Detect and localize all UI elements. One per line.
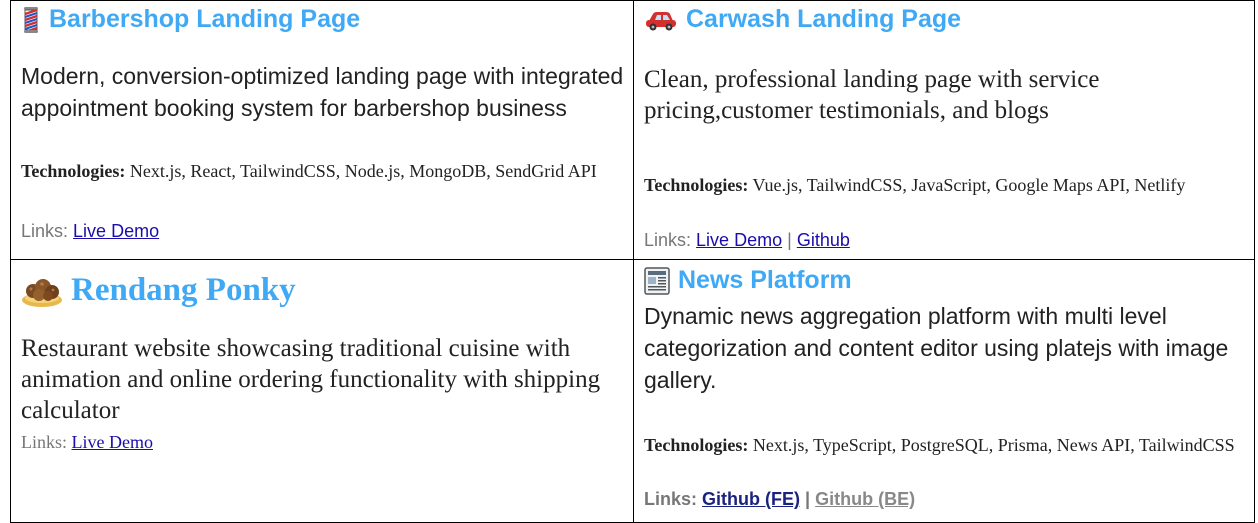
- newspaper-icon: [644, 266, 670, 295]
- project-description: Clean, professional landing page with se…: [644, 66, 1100, 124]
- project-title: Rendang Ponky: [21, 272, 296, 309]
- github-link[interactable]: Github: [797, 230, 850, 250]
- project-links: Links: Live Demo: [21, 432, 153, 452]
- car-icon: [646, 11, 676, 30]
- live-demo-link[interactable]: Live Demo: [73, 221, 159, 241]
- project-title: Barbershop Landing Page: [21, 5, 360, 34]
- project-technologies: Technologies: Next.js, TypeScript, Postg…: [644, 435, 1235, 455]
- project-card-rendang-ponky: Rendang Ponky Restaurant website showcas…: [10, 259, 634, 523]
- live-demo-link[interactable]: Live Demo: [72, 432, 153, 452]
- project-card-barbershop: Barbershop Landing Page Modern, conversi…: [10, 0, 634, 260]
- github-be-link[interactable]: Github (BE): [815, 489, 915, 509]
- barber-pole-icon: [24, 6, 38, 33]
- github-fe-link[interactable]: Github (FE): [702, 489, 800, 509]
- project-title: Carwash Landing Page: [644, 5, 961, 34]
- project-description: Dynamic news aggregation platform with m…: [644, 303, 1229, 393]
- project-card-news-platform: News Platform Dynamic news aggregation p…: [633, 259, 1255, 523]
- project-links: Links: Live Demo: [21, 221, 160, 241]
- project-title: News Platform: [644, 266, 852, 295]
- project-links: Links: Live Demo | Github: [644, 230, 850, 250]
- live-demo-link[interactable]: Live Demo: [696, 230, 782, 250]
- project-links: Links: Github (FE) | Github (BE): [644, 489, 916, 509]
- rendang-dish-icon: [22, 278, 62, 307]
- project-card-carwash: Carwash Landing Page Clean, professional…: [633, 0, 1255, 260]
- project-description: Restaurant website showcasing traditiona…: [21, 335, 601, 424]
- projects-table: Barbershop Landing Page Modern, conversi…: [10, 0, 1255, 523]
- project-technologies: Technologies: Vue.js, TailwindCSS, JavaS…: [644, 175, 1186, 195]
- project-description: Modern, conversion-optimized landing pag…: [21, 63, 624, 121]
- project-technologies: Technologies: Next.js, React, TailwindCS…: [21, 161, 597, 181]
